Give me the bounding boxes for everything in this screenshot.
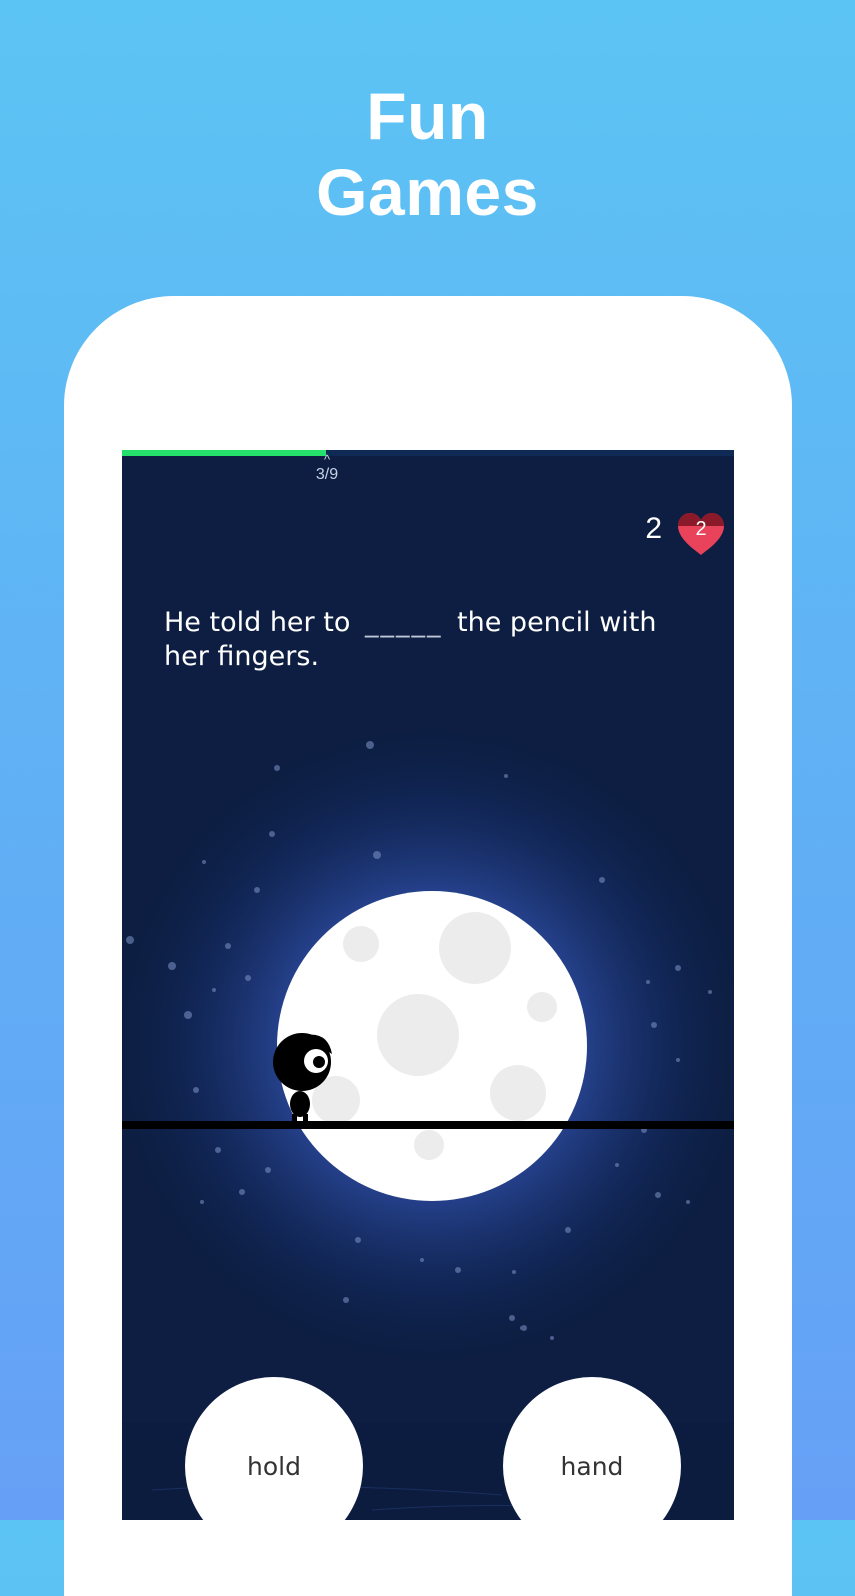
question-text: He told her to _____ the pencil with her… bbox=[164, 606, 704, 674]
progress-marker: ^ bbox=[323, 452, 331, 467]
lives-count: 2 bbox=[645, 512, 662, 545]
question-blank: _____ bbox=[364, 607, 443, 638]
heart-count-label: 2 bbox=[695, 518, 707, 540]
game-screen: ^ 3/9 2 2 He told her to _____ the penci… bbox=[122, 450, 734, 1520]
promo-headline: Fun Games bbox=[0, 78, 855, 230]
promo-title-line-2: Games bbox=[316, 155, 539, 229]
ground-line bbox=[122, 1121, 734, 1129]
promo-title-line-1: Fun bbox=[366, 79, 489, 153]
progress-fill bbox=[122, 450, 326, 456]
progress-track bbox=[122, 450, 734, 456]
progress-label: 3/9 bbox=[315, 466, 339, 483]
question-before-blank: He told her to bbox=[164, 607, 351, 638]
